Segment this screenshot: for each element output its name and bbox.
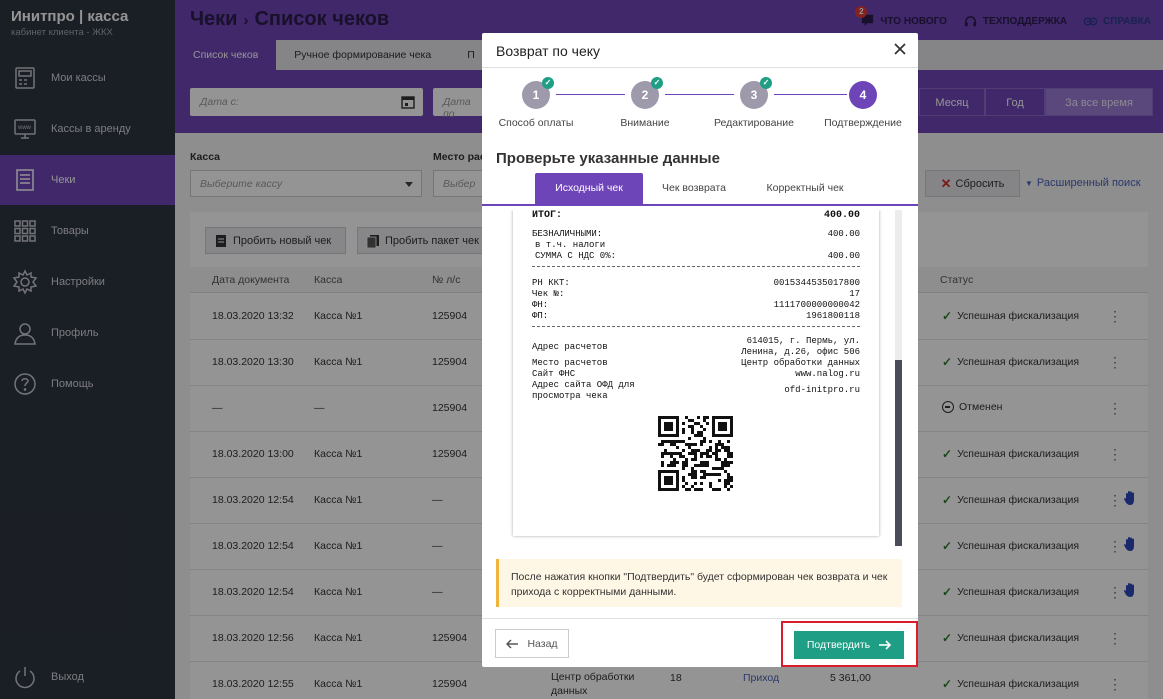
step-4: 4 — [849, 81, 877, 109]
tab-refund-check[interactable]: Чек возврата — [646, 173, 742, 204]
modal-title: Возврат по чеку — [496, 43, 601, 59]
refund-modal: Возврат по чеку 1 ✓ 2 ✓ 3 ✓ 4 Способ оплаты… — [482, 33, 918, 667]
step-1: 1 ✓ — [522, 77, 554, 109]
receipt-fns-label: Сайт ФНС — [532, 369, 576, 379]
step-number: 3 — [750, 88, 758, 102]
confirm-warning: После нажатия кнопки "Подтвердить" будет… — [496, 559, 902, 607]
back-button[interactable]: Назад — [495, 629, 569, 658]
receipt-fn-label: ФН: — [532, 300, 549, 310]
receipt-fp-label: ФП: — [532, 311, 549, 321]
receipt-viewport[interactable]: ИТОГ: 400.00 БЕЗНАЛИЧНЫМИ: 400.00 в т.ч.… — [498, 210, 902, 547]
tab-correct-check[interactable]: Корректный чек — [745, 173, 865, 204]
step-connector — [665, 94, 734, 95]
step-connector — [774, 94, 847, 95]
receipt-scrollbar-thumb[interactable] — [895, 360, 902, 546]
step-number: 2 — [641, 88, 649, 102]
step-2: 2 ✓ — [631, 77, 663, 109]
confirm-button[interactable]: Подтвердить — [794, 631, 904, 659]
confirm-highlight: Подтвердить — [781, 621, 918, 667]
qr-code-icon — [658, 416, 733, 491]
receipt-fp-value: 1961800118 — [805, 311, 860, 321]
receipt-fns-value: www.nalog.ru — [795, 369, 860, 379]
checkmark-icon: ✓ — [760, 77, 772, 89]
receipt-divider — [532, 266, 860, 267]
confirm-label: Подтвердить — [806, 639, 871, 651]
modal-footer: Назад Подтвердить — [482, 618, 918, 667]
close-icon[interactable] — [892, 41, 908, 57]
receipt-ofd-label-1: Адрес сайта ОФД для — [532, 380, 635, 390]
receipt-total-value: 400.00 — [823, 210, 860, 221]
receipt-vat-value: 400.00 — [827, 251, 860, 261]
step-3: 3 ✓ — [740, 77, 772, 109]
receipt-cashless-label: БЕЗНАЛИЧНЫМИ: — [532, 229, 603, 239]
receipt-place-value: Центр обработки данных — [741, 358, 860, 368]
receipt-vat-label: СУММА С НДС 0%: — [535, 251, 617, 261]
receipt: ИТОГ: 400.00 БЕЗНАЛИЧНЫМИ: 400.00 в т.ч.… — [513, 210, 879, 536]
arrow-right-icon — [879, 640, 892, 650]
receipt-rn-label: РН ККТ: — [532, 278, 570, 288]
step-label: Редактирование — [714, 117, 794, 129]
receipt-ofd-value: ofd-initpro.ru — [784, 385, 860, 395]
arrow-left-icon — [506, 638, 519, 649]
step-label: Способ оплаты — [498, 117, 574, 129]
modal-header: Возврат по чеку — [482, 33, 918, 68]
receipt-address-value-1: 614015, г. Пермь, ул. — [746, 336, 860, 346]
receipt-address-value-2: Ленина, д.26, офис 506 — [741, 347, 860, 357]
receipt-address-label: Адрес расчетов — [532, 342, 608, 352]
receipt-fn-value: 1111700000000042 — [773, 300, 860, 310]
step-label: Подтверждение — [824, 117, 902, 129]
checkmark-icon: ✓ — [542, 77, 554, 89]
receipt-place-label: Место расчетов — [532, 358, 608, 368]
back-label: Назад — [527, 637, 558, 650]
receipt-check-no-value: 17 — [849, 289, 860, 299]
receipt-tax-label: в т.ч. налоги — [535, 240, 606, 250]
receipt-ofd-label-2: просмотра чека — [532, 391, 608, 401]
step-number: 1 — [532, 88, 540, 102]
step-label: Внимание — [620, 117, 670, 129]
step-connector — [556, 94, 625, 95]
step-number: 4 — [859, 88, 867, 102]
receipt-check-no-label: Чек №: — [532, 289, 565, 299]
stepper: 1 ✓ 2 ✓ 3 ✓ 4 Способ оплаты Внимание Редакт… — [482, 73, 918, 135]
receipt-tabs: Исходный чек Чек возврата Корректный чек — [482, 173, 918, 206]
receipt-rn-value: 0015344535017800 — [773, 278, 860, 288]
receipt-cashless-value: 400.00 — [827, 229, 860, 239]
receipt-divider — [532, 326, 860, 327]
checkmark-icon: ✓ — [651, 77, 663, 89]
receipt-total-label: ИТОГ: — [532, 210, 563, 221]
tab-original-check[interactable]: Исходный чек — [535, 173, 643, 204]
modal-heading: Проверьте указанные данные — [496, 150, 720, 167]
